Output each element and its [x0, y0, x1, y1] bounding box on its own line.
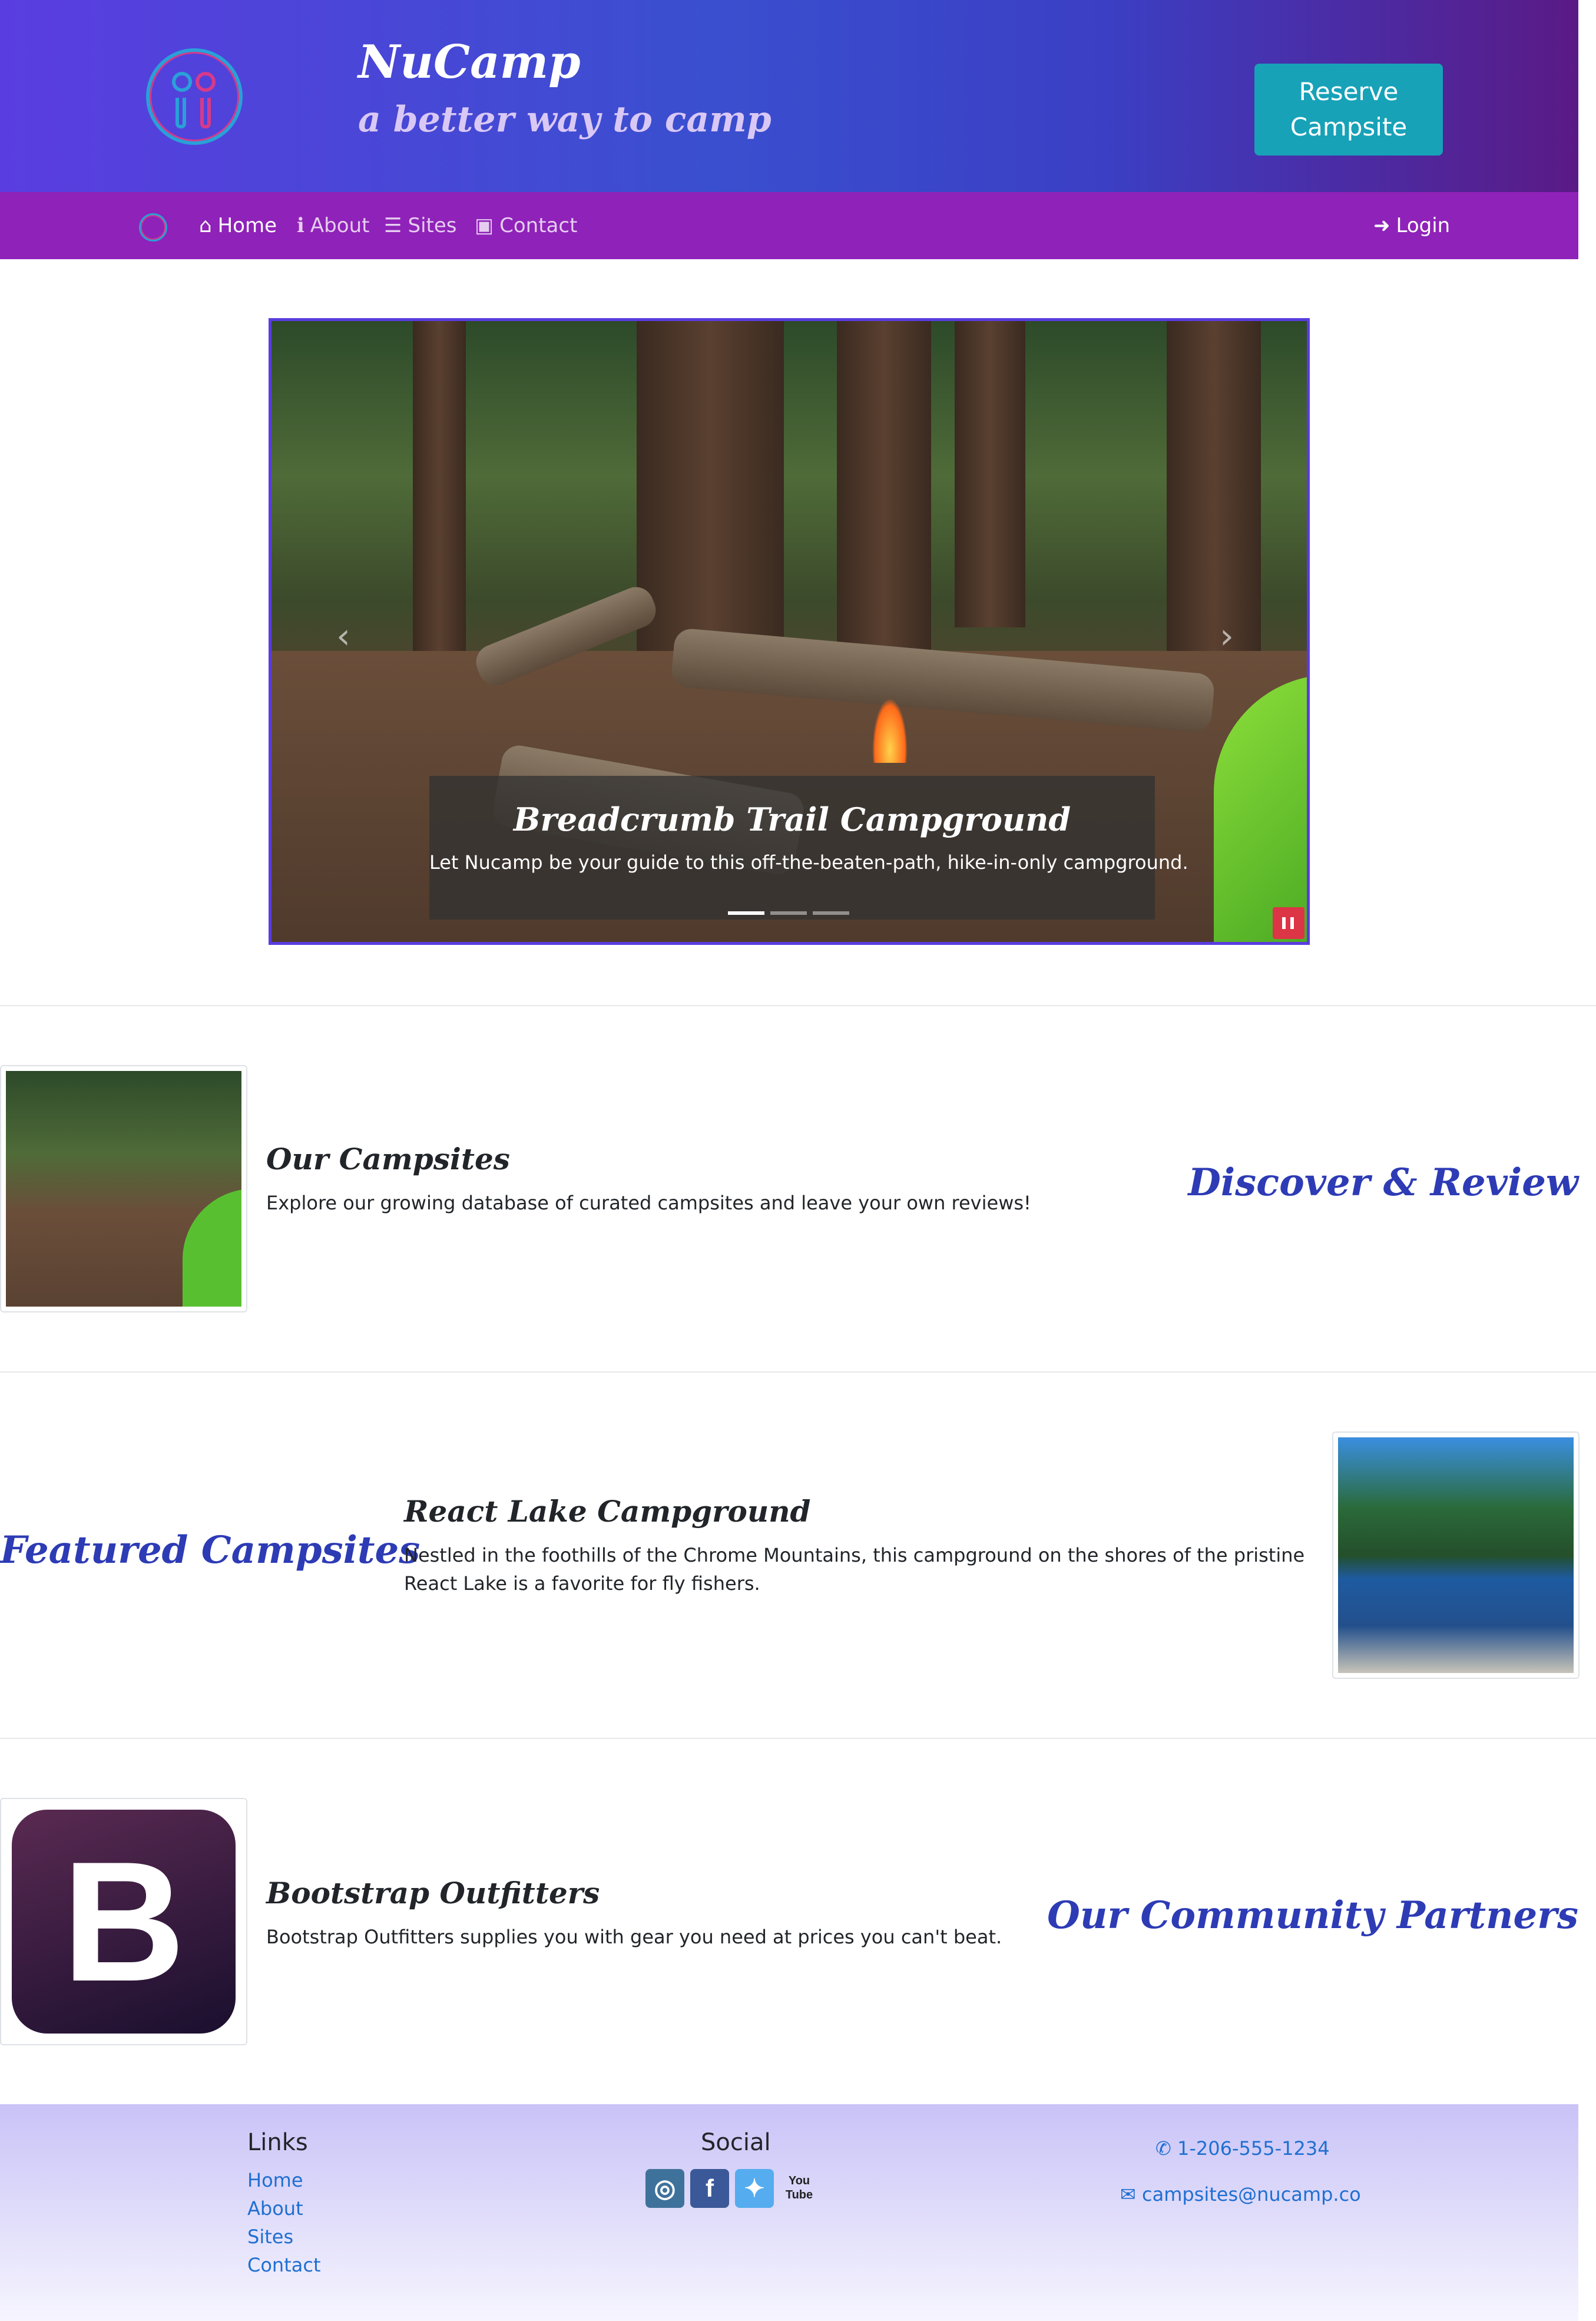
carousel-indicator[interactable]: [813, 911, 849, 915]
media-title: React Lake Campground: [404, 1494, 811, 1529]
footer-phone: 1-206-555-1234: [1177, 2137, 1330, 2160]
footer-email-link[interactable]: ✉ campsites@nucamp.co: [1120, 2183, 1361, 2206]
pause-icon: [1290, 917, 1294, 929]
campsite-image: [6, 1071, 241, 1307]
media-title: Bootstrap Outfitters: [266, 1876, 600, 1910]
section-heading: Our Community Partners: [1047, 1893, 1578, 1938]
carousel-indicator[interactable]: [728, 911, 764, 915]
footer-email: campsites@nucamp.co: [1141, 2183, 1361, 2206]
twitter-icon[interactable]: ✦: [735, 2169, 774, 2208]
pause-icon: [1282, 917, 1286, 929]
reserve-label-line1: Reserve: [1299, 77, 1399, 106]
section-divider: [0, 1738, 1596, 1739]
carousel-indicators: [728, 906, 855, 917]
media-text: Nestled in the foothills of the Chrome M…: [404, 1544, 1305, 1595]
carousel-pause-button[interactable]: [1273, 907, 1304, 939]
nucamp-logo: [146, 48, 243, 145]
logo-figure-pink-body: [200, 98, 211, 128]
section-divider: [0, 1005, 1596, 1006]
sign-in-icon: ➜: [1373, 214, 1390, 237]
nav-item-contact[interactable]: ▣ Contact: [475, 211, 577, 240]
envelope-icon: ✉: [1120, 2183, 1142, 2206]
facebook-icon[interactable]: f: [690, 2169, 729, 2208]
youtube-icon-text: You Tube: [785, 2174, 813, 2201]
footer-link-about[interactable]: About: [247, 2197, 303, 2220]
nav-item-label: Home: [217, 214, 277, 237]
section-heading: Featured Campsites: [0, 1528, 420, 1572]
instagram-icon[interactable]: ◎: [645, 2169, 684, 2208]
login-label: Login: [1396, 214, 1451, 237]
campsite-thumbnail: [1332, 1431, 1580, 1679]
footer-link-home[interactable]: Home: [247, 2169, 303, 2191]
nav-item-home[interactable]: ⌂ Home: [199, 211, 277, 240]
section-heading: Discover & Review: [1188, 1160, 1578, 1205]
react-lake-image: [1338, 1437, 1574, 1673]
carousel-caption-title: Breadcrumb Trail Campground: [513, 801, 1071, 838]
nav-item-label: About: [310, 214, 370, 237]
carousel-image-tree: [1167, 321, 1261, 698]
logo-figure-pink: [196, 72, 216, 92]
footer-link-contact[interactable]: Contact: [247, 2254, 321, 2276]
carousel-indicator[interactable]: [770, 911, 807, 915]
carousel-image-tree: [955, 321, 1025, 627]
home-icon: ⌂: [199, 214, 212, 237]
section-divider: [0, 1371, 1596, 1373]
info-icon: ℹ: [297, 214, 304, 237]
reserve-campsite-button[interactable]: Reserve Campsite: [1254, 64, 1443, 156]
carousel-prev-icon[interactable]: ‹: [336, 616, 350, 657]
login-link[interactable]: ➜ Login: [1373, 211, 1450, 240]
footer: [0, 2104, 1578, 2321]
media-title: Our Campsites: [266, 1142, 510, 1176]
phone-icon: ✆: [1155, 2137, 1177, 2160]
carousel-caption-text: Let Nucamp be your guide to this off-the…: [429, 851, 1188, 874]
carousel-image-fire: [872, 698, 908, 763]
youtube-icon[interactable]: You Tube: [780, 2169, 819, 2208]
bootstrap-logo-image: B: [6, 1804, 241, 2039]
carousel-caption: Breadcrumb Trail Campground Let Nucamp b…: [429, 776, 1188, 920]
partner-thumbnail: B: [0, 1798, 247, 2045]
list-icon: ☰: [384, 214, 402, 237]
nav-item-label: Contact: [499, 214, 578, 237]
nav-item-sites[interactable]: ☰ Sites: [384, 211, 456, 240]
address-card-icon: ▣: [475, 214, 494, 237]
footer-links-heading: Links: [247, 2129, 308, 2156]
footer-social-heading: Social: [701, 2129, 771, 2156]
logo-figure-blue: [172, 72, 192, 92]
footer-link-sites[interactable]: Sites: [247, 2226, 293, 2248]
navbar-brand-logo[interactable]: [139, 213, 167, 242]
campsite-thumbnail: [0, 1065, 247, 1312]
brand-tagline: a better way to camp: [358, 99, 771, 140]
brand-title: NuCamp: [358, 35, 581, 89]
bootstrap-logo: B: [12, 1810, 236, 2034]
nav-item-label: Sites: [408, 214, 457, 237]
logo-figure-blue-body: [176, 98, 186, 128]
nav-item-about[interactable]: ℹ About: [297, 211, 369, 240]
reserve-label-line2: Campsite: [1290, 113, 1408, 141]
campsite-carousel: ‹ › Breadcrumb Trail Campground Let Nuca…: [269, 318, 1310, 945]
media-text: Explore our growing database of curated …: [266, 1192, 1031, 1214]
carousel-image-tree: [837, 321, 931, 651]
footer-phone-link[interactable]: ✆ 1-206-555-1234: [1155, 2137, 1330, 2160]
carousel-next-icon[interactable]: ›: [1220, 616, 1234, 657]
